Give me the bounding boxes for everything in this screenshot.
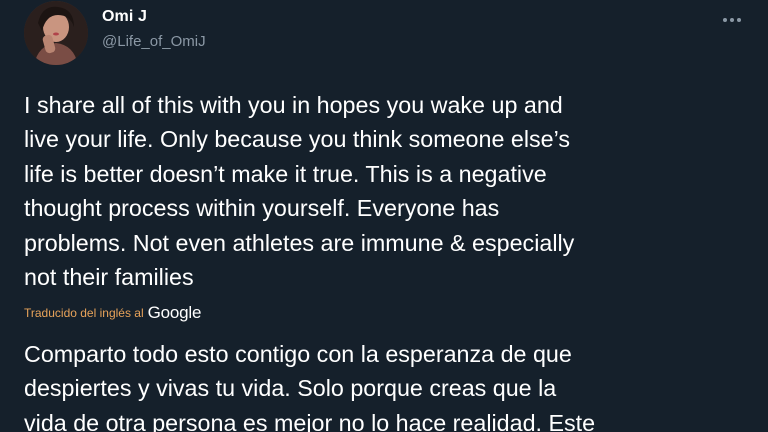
translation-attribution: Traducido del inglés al Google	[24, 301, 201, 325]
translated-tweet-text: Comparto todo esto contigo con la espera…	[24, 341, 596, 432]
tweet-card: Omi J @Life_of_OmiJ I share all of this …	[0, 0, 768, 432]
more-options-icon[interactable]	[717, 10, 747, 30]
author-name[interactable]: Omi J	[102, 8, 147, 26]
avatar-photo-icon	[24, 1, 88, 65]
avatar[interactable]	[24, 1, 88, 65]
author-handle[interactable]: @Life_of_OmiJ	[102, 33, 206, 50]
translation-label[interactable]: Traducido del inglés al	[24, 306, 144, 320]
translation-provider[interactable]: Google	[148, 303, 202, 323]
tweet-text: I share all of this with you in hopes yo…	[24, 92, 575, 291]
